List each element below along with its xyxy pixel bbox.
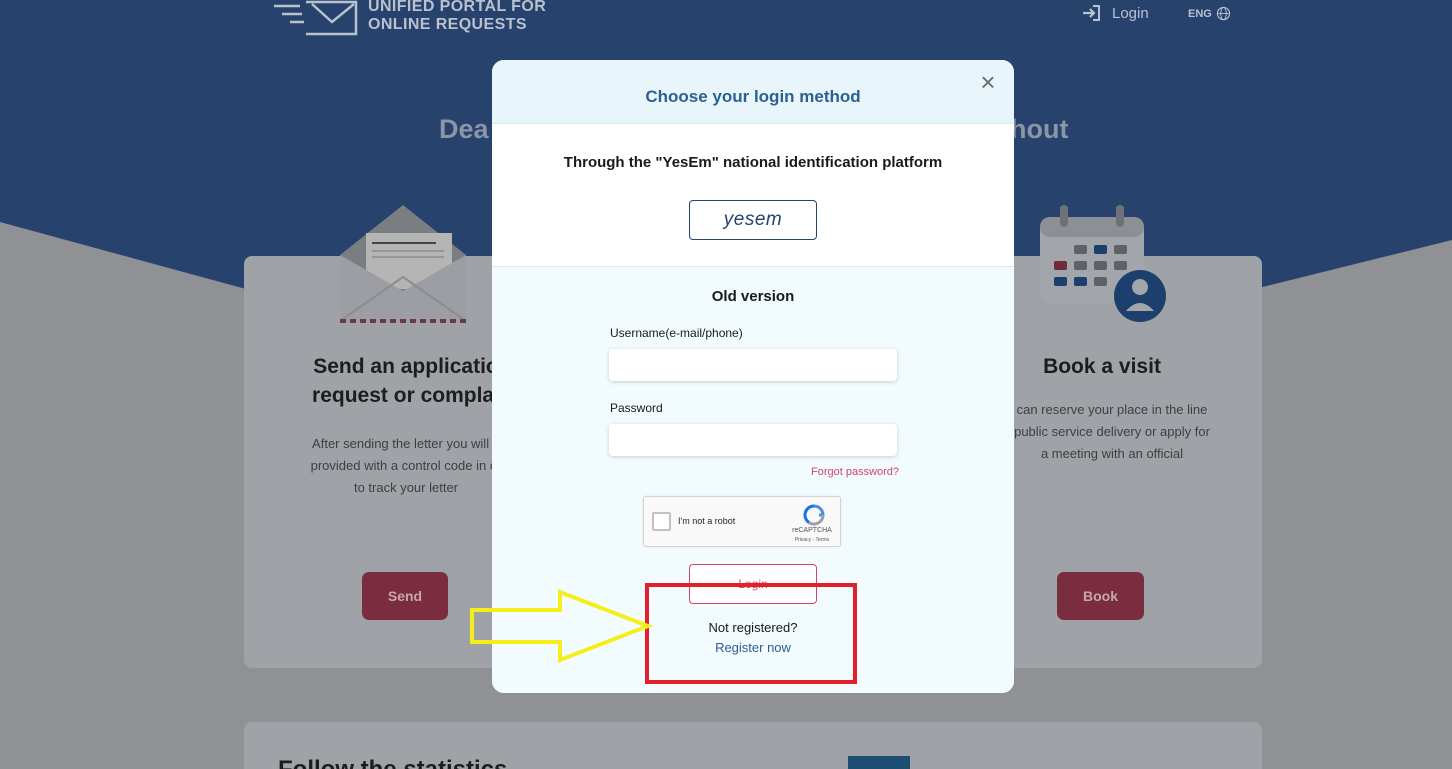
header-login-link[interactable]: Login (1082, 4, 1149, 22)
portal-logo[interactable]: UNIFIED PORTAL FOR ONLINE REQUESTS (272, 0, 552, 36)
globe-icon (1216, 6, 1230, 21)
language-selector[interactable]: ENG (1188, 6, 1231, 21)
close-icon[interactable]: × (978, 69, 998, 95)
send-button[interactable]: Send (362, 572, 448, 620)
logo-text: UNIFIED PORTAL FOR ONLINE REQUESTS (368, 0, 546, 34)
recaptcha-label: I'm not a robot (678, 516, 736, 526)
recaptcha-widget: I'm not a robot reCAPTCHA Privacy - Term… (643, 496, 841, 547)
hero-title-right: hout (1010, 114, 1069, 144)
username-input[interactable] (609, 349, 897, 381)
language-label: ENG (1188, 7, 1212, 20)
book-card-text-line1: can reserve your place in the line (1016, 402, 1208, 417)
hero-title-left: Dea (439, 114, 489, 144)
old-version-title: Old version (711, 288, 795, 305)
book-card-title: Book a visit (1043, 355, 1161, 378)
book-card-text-line3: a meeting with an official (1040, 446, 1184, 461)
recaptcha-links[interactable]: Privacy - Terms (784, 537, 840, 543)
yesem-logo: yesem (723, 209, 783, 230)
username-label: Username(e-mail/phone) (610, 326, 743, 340)
book-card-text: can reserve your place in the line publi… (1000, 399, 1224, 465)
recaptcha-checkbox[interactable] (652, 512, 671, 531)
recaptcha-brand: reCAPTCHA (792, 527, 832, 534)
recaptcha-icon (803, 504, 825, 526)
modal-title: Choose your login method (645, 87, 861, 106)
logo-line2: ONLINE REQUESTS (368, 16, 527, 33)
statistics-illustration (848, 756, 910, 769)
logo-line1: UNIFIED PORTAL FOR (368, 0, 547, 15)
book-button[interactable]: Book (1057, 572, 1144, 620)
login-icon (1083, 5, 1100, 21)
book-card-text-line2: public service delivery or apply for (1014, 424, 1210, 439)
calendar-illustration (1040, 205, 1166, 322)
envelope-logo-icon (274, 0, 358, 36)
arrow-icon (470, 589, 654, 663)
header-login-label: Login (1112, 4, 1149, 22)
highlight-box (645, 583, 857, 684)
password-label: Password (610, 401, 663, 415)
envelope-illustration (339, 205, 467, 323)
forgot-password-link[interactable]: Forgot password? (811, 466, 899, 478)
yesem-section-title: Through the "YesEm" national identificat… (563, 154, 943, 171)
statistics-title: Follow the statistics (278, 756, 507, 769)
password-input[interactable] (609, 424, 897, 456)
yesem-login-button[interactable]: yesem (689, 200, 817, 240)
